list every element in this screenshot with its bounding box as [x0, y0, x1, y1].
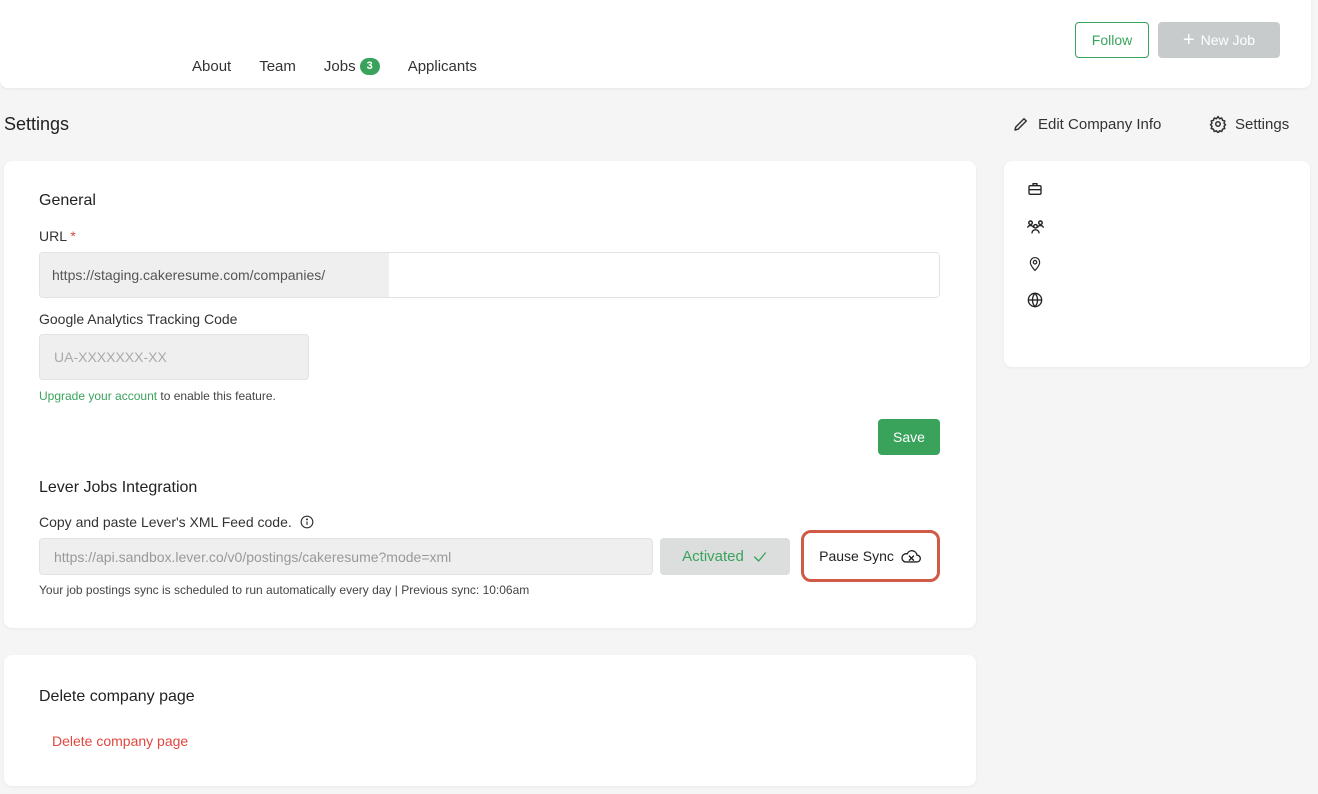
- briefcase-icon: [1026, 180, 1044, 198]
- pause-sync-button[interactable]: Pause Sync: [801, 530, 940, 582]
- page-title: Settings: [4, 114, 70, 134]
- sync-schedule-note: Your job postings sync is scheduled to r…: [39, 583, 530, 597]
- lever-instruction: Copy and paste Lever's XML Feed code.: [39, 514, 314, 530]
- nav-about[interactable]: About: [192, 58, 231, 75]
- top-bar: About Team Jobs 3 Applicants Follow + New…: [0, 0, 1311, 88]
- location-pin-icon: [1026, 255, 1044, 273]
- general-heading: General: [39, 192, 96, 209]
- gear-icon: [1209, 115, 1227, 133]
- follow-button[interactable]: Follow: [1075, 22, 1149, 58]
- team-icon: [1026, 218, 1044, 236]
- nav-jobs[interactable]: Jobs 3: [324, 58, 380, 75]
- ga-label: Google Analytics Tracking Code: [39, 311, 238, 327]
- upgrade-note: Upgrade your account to enable this feat…: [39, 389, 276, 403]
- plus-icon: +: [1182, 29, 1195, 51]
- delete-company-card: Delete company page Delete company page: [4, 655, 976, 786]
- new-job-button[interactable]: + New Job: [1158, 22, 1280, 58]
- globe-icon: [1026, 291, 1044, 309]
- check-icon: [753, 551, 766, 562]
- edit-company-info-link[interactable]: Edit Company Info: [1012, 115, 1161, 133]
- nav-team[interactable]: Team: [259, 58, 296, 75]
- company-slug-input[interactable]: [389, 253, 939, 297]
- required-marker: *: [70, 228, 76, 244]
- url-prefix: https://staging.cakeresume.com/companies…: [40, 253, 389, 297]
- jobs-count-badge: 3: [359, 58, 380, 75]
- nav-applicants[interactable]: Applicants: [408, 58, 477, 75]
- general-settings-card: General URL * https://staging.cakeresume…: [4, 161, 976, 628]
- pencil-icon: [1014, 118, 1027, 131]
- delete-company-link[interactable]: Delete company page: [52, 733, 188, 749]
- url-field: https://staging.cakeresume.com/companies…: [39, 252, 940, 298]
- activated-status: Activated: [660, 538, 790, 575]
- lever-feed-input[interactable]: [39, 538, 653, 575]
- upgrade-account-link[interactable]: Upgrade your account: [39, 389, 157, 403]
- delete-heading: Delete company page: [39, 688, 195, 705]
- ga-tracking-input[interactable]: [39, 334, 309, 380]
- info-icon[interactable]: [300, 515, 314, 529]
- url-label: URL *: [39, 228, 76, 244]
- cloud-off-icon: [901, 550, 921, 563]
- save-button[interactable]: Save: [878, 419, 940, 455]
- company-info-card: [1004, 161, 1310, 367]
- lever-heading: Lever Jobs Integration: [39, 479, 198, 496]
- company-nav: About Team Jobs 3 Applicants: [192, 58, 505, 75]
- settings-link[interactable]: Settings: [1209, 115, 1289, 133]
